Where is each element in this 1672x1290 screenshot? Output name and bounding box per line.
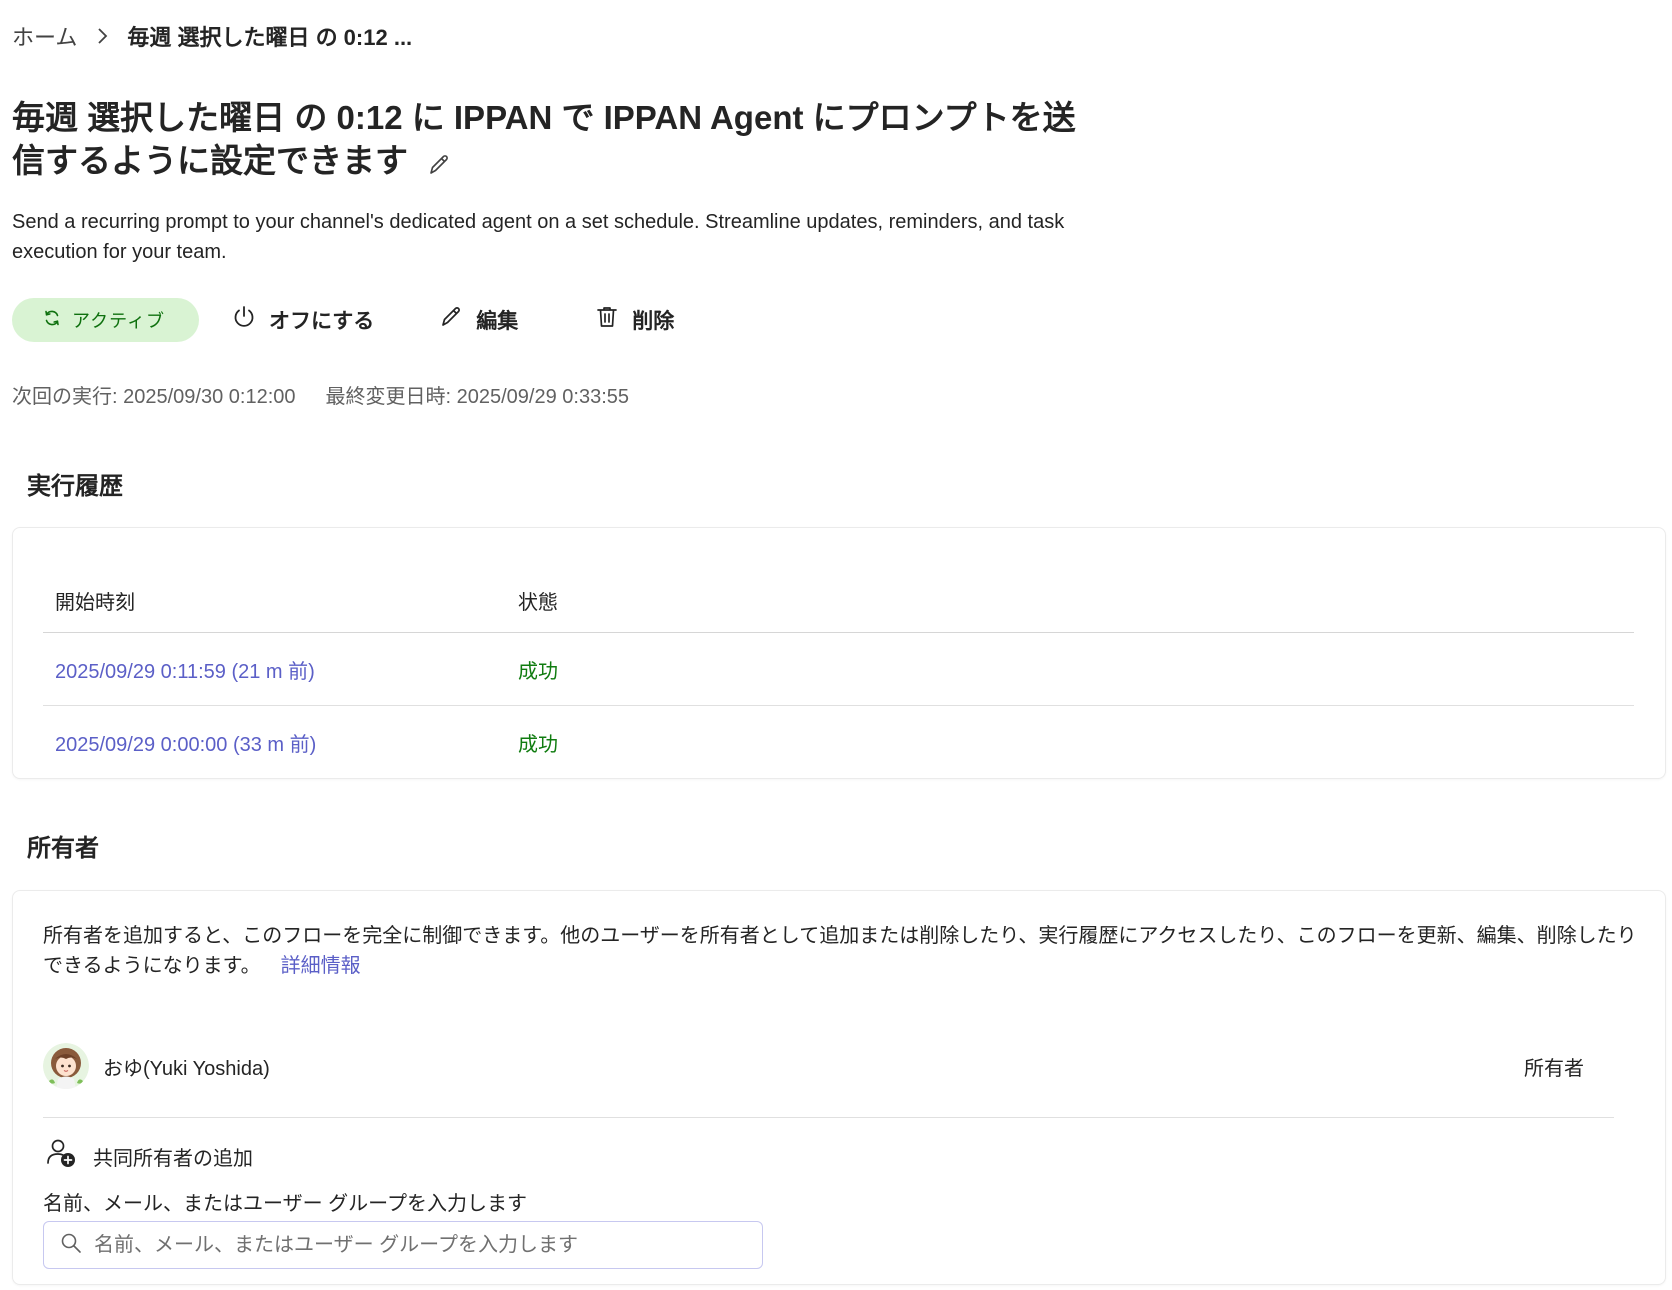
table-row: 2025/09/29 0:00:00 (33 m 前) 成功 — [43, 706, 1634, 778]
action-bar: アクティブ オフにする 編集 削除 — [12, 298, 674, 342]
owners-card: 所有者を追加すると、このフローを完全に制御できます。他のユーザーを所有者として追… — [12, 890, 1666, 1285]
history-card: 開始時刻 状態 2025/09/29 0:11:59 (21 m 前) 成功 2… — [12, 527, 1666, 779]
schedule-meta: 次回の実行: 2025/09/30 0:12:00 最終変更日時: 2025/0… — [12, 380, 629, 409]
edit-label: 編集 — [476, 310, 519, 333]
run-start-link[interactable]: 2025/09/29 0:00:00 (33 m 前) — [55, 734, 316, 756]
title-area: 毎週 選択した曜日 の 0:12 に IPPAN で IPPAN Agent に… — [12, 96, 1092, 183]
run-start-link[interactable]: 2025/09/29 0:11:59 (21 m 前) — [55, 661, 315, 683]
run-status: 成功 — [518, 660, 558, 683]
breadcrumb: ホーム 毎週 選択した曜日 の 0:12 ... — [12, 16, 412, 56]
pencil-icon[interactable] — [426, 152, 452, 183]
search-icon — [60, 1232, 82, 1259]
table-row: 2025/09/29 0:11:59 (21 m 前) 成功 — [43, 633, 1634, 706]
avatar — [43, 1043, 89, 1089]
page-title: 毎週 選択した曜日 の 0:12 に IPPAN で IPPAN Agent に… — [12, 99, 1076, 179]
history-table: 開始時刻 状態 2025/09/29 0:11:59 (21 m 前) 成功 2… — [43, 568, 1634, 778]
edit-button[interactable]: 編集 — [438, 298, 518, 342]
add-coowner-label: 共同所有者の追加 — [93, 1147, 253, 1170]
table-header-row: 開始時刻 状態 — [43, 568, 1634, 633]
page-description: Send a recurring prompt to your channel'… — [12, 211, 1065, 263]
owners-heading: 所有者 — [27, 835, 99, 862]
pencil-icon — [438, 304, 464, 336]
learn-more-link[interactable]: 詳細情報 — [281, 955, 361, 977]
coowner-search-input[interactable] — [92, 1232, 762, 1258]
refresh-icon — [42, 308, 62, 333]
status-label: アクティブ — [72, 311, 166, 331]
power-icon — [231, 304, 257, 336]
next-run: 次回の実行: 2025/09/30 0:12:00 — [12, 386, 296, 408]
owner-row: おゆ(Yuki Yoshida) 所有者 — [43, 1031, 1614, 1101]
turn-off-label: オフにする — [269, 310, 375, 333]
breadcrumb-home-link[interactable]: ホーム — [12, 20, 77, 52]
owner-role: 所有者 — [1524, 1057, 1584, 1080]
turn-off-button[interactable]: オフにする — [231, 298, 374, 342]
divider — [43, 1117, 1614, 1118]
delete-label: 削除 — [632, 310, 675, 333]
status-badge: アクティブ — [12, 298, 200, 342]
owners-description: 所有者を追加すると、このフローを完全に制御できます。他のユーザーを所有者として追… — [43, 921, 1643, 981]
owner-name: おゆ(Yuki Yoshida) — [103, 1057, 270, 1080]
trash-icon — [594, 304, 620, 336]
coowner-search-field[interactable] — [43, 1221, 763, 1269]
add-coowner-button[interactable]: 共同所有者の追加 — [45, 1137, 253, 1175]
last-modified: 最終変更日時: 2025/09/29 0:33:55 — [325, 386, 630, 408]
delete-button[interactable]: 削除 — [594, 298, 674, 342]
chevron-right-icon — [95, 26, 109, 46]
person-add-icon — [45, 1137, 77, 1175]
column-header-status: 状態 — [518, 591, 558, 614]
breadcrumb-current: 毎週 選択した曜日 の 0:12 ... — [127, 25, 413, 50]
history-heading: 実行履歴 — [27, 473, 123, 500]
coowner-field-label: 名前、メール、またはユーザー グループを入力します — [43, 1193, 527, 1215]
run-status: 成功 — [518, 733, 558, 756]
column-header-start: 開始時刻 — [55, 591, 135, 614]
